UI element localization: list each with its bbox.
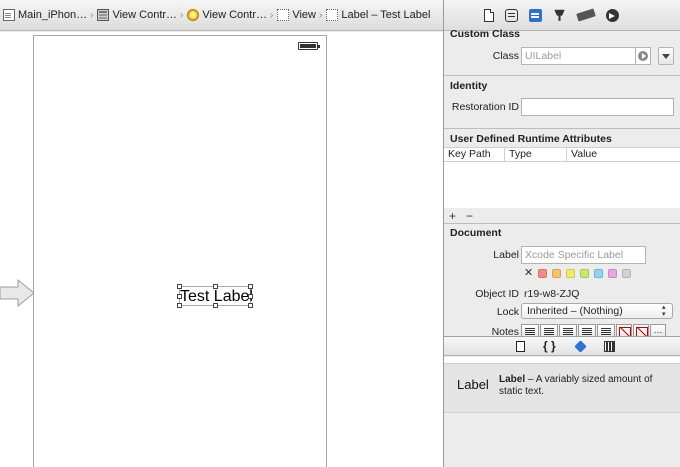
code-snippet-icon[interactable]: { } <box>543 340 557 352</box>
crumb-view-controller[interactable]: View Contr… › <box>187 9 277 21</box>
color-swatch-green[interactable] <box>580 269 589 278</box>
udra-table-header: Key Path Type Value <box>444 147 680 162</box>
resize-handle[interactable] <box>213 284 218 289</box>
chevron-right-icon: › <box>319 9 323 21</box>
object-id-value: r19-w8-ZJQ <box>524 288 580 300</box>
chevron-right-icon: › <box>270 9 274 21</box>
identity-title: Identity <box>450 80 488 92</box>
clear-color-icon[interactable]: ✕ <box>524 268 533 279</box>
crumb-label: Label – Test Label <box>341 9 431 21</box>
column-header-type[interactable]: Type <box>505 148 567 161</box>
resize-handle[interactable] <box>248 284 253 289</box>
file-inspector-icon[interactable] <box>484 8 494 22</box>
udra-add-remove: + − <box>449 209 473 223</box>
class-input[interactable]: UILabel <box>521 47 635 65</box>
file-template-icon[interactable] <box>516 340 525 352</box>
lock-select[interactable]: Inherited – (Nothing) <box>521 303 673 319</box>
storyboard-file-icon <box>3 9 15 21</box>
resize-handle[interactable] <box>177 294 182 299</box>
lock-label: Lock <box>496 306 519 318</box>
view-controller-icon <box>187 9 200 21</box>
color-swatch-orange[interactable] <box>552 269 561 278</box>
media-library-icon[interactable] <box>604 340 615 352</box>
view-controller-scene[interactable]: Test Label <box>33 35 327 467</box>
scene-icon <box>97 9 110 21</box>
resize-handle[interactable] <box>248 294 253 299</box>
doc-label-input[interactable]: Xcode Specific Label <box>521 246 646 264</box>
crumb-scene[interactable]: View Contr… › <box>97 9 187 21</box>
label-icon <box>326 9 339 21</box>
udra-table-body[interactable] <box>444 162 680 208</box>
library-item-description: Label – A variably sized amount of stati… <box>499 374 671 398</box>
color-swatch-gray[interactable] <box>622 269 631 278</box>
library-item-name: Label <box>499 374 526 385</box>
connections-inspector-icon[interactable] <box>606 8 619 22</box>
restoration-id-label: Restoration ID <box>451 101 519 113</box>
chevron-right-icon: › <box>180 9 184 21</box>
document-title: Document <box>450 227 502 239</box>
column-header-value[interactable]: Value <box>567 148 680 161</box>
color-swatch-yellow[interactable] <box>566 269 575 278</box>
color-swatch-purple[interactable] <box>608 269 617 278</box>
resize-handle[interactable] <box>213 303 218 308</box>
utilities-pane: Custom Class Class UILabel Identity Rest… <box>443 0 680 467</box>
inspector-selector-bar <box>444 0 680 31</box>
color-swatch-red[interactable] <box>538 269 547 278</box>
resize-handle[interactable] <box>177 303 182 308</box>
object-id-label: Object ID <box>475 288 519 300</box>
resize-handle[interactable] <box>248 303 253 308</box>
object-library-icon[interactable] <box>574 339 587 353</box>
size-inspector-icon[interactable] <box>576 8 596 22</box>
divider <box>444 223 680 224</box>
crumb-label: View Contr… <box>202 9 267 21</box>
crumb-label: Main_iPhon… <box>18 9 88 21</box>
class-label: Class <box>492 50 519 62</box>
view-icon <box>277 9 290 21</box>
class-go-button[interactable] <box>635 47 651 65</box>
remove-attribute-button[interactable]: − <box>466 209 473 223</box>
crumb-label: View <box>292 9 316 21</box>
crumb-storyboard[interactable]: Main_iPhon… › <box>3 9 97 21</box>
crumb-view[interactable]: View › <box>277 9 326 21</box>
label-color-swatches: ✕ <box>524 268 631 279</box>
divider <box>444 128 680 129</box>
class-dropdown-button[interactable] <box>658 47 674 65</box>
column-header-key-path[interactable]: Key Path <box>444 148 505 161</box>
entry-point-arrow-icon[interactable] <box>0 278 36 308</box>
storyboard-canvas[interactable]: Test Label <box>0 32 443 467</box>
attributes-inspector-icon[interactable] <box>554 9 565 21</box>
crumb-label-item[interactable]: Label – Test Label <box>326 9 430 21</box>
library-item-label[interactable]: Label Label – A variably sized amount of… <box>444 363 680 413</box>
custom-class-title: Custom Class <box>450 28 521 40</box>
class-combobox: UILabel <box>521 47 651 65</box>
add-attribute-button[interactable]: + <box>449 209 456 223</box>
battery-icon <box>298 42 320 50</box>
library-selector-bar: { } <box>444 336 680 356</box>
udra-title: User Defined Runtime Attributes <box>450 133 612 145</box>
crumb-label: View Contr… <box>112 9 178 21</box>
doc-label-label: Label <box>493 249 519 261</box>
chevron-right-icon: › <box>90 9 94 21</box>
quick-help-icon[interactable] <box>505 8 518 22</box>
color-swatch-blue[interactable] <box>594 269 603 278</box>
test-label-element[interactable]: Test Label <box>177 284 253 308</box>
library-item-thumbnail: Label <box>457 377 489 392</box>
jump-bar: Main_iPhon… › View Contr… › View Contr… … <box>0 0 443 31</box>
identity-inspector-icon[interactable] <box>529 8 542 22</box>
resize-handle[interactable] <box>177 284 182 289</box>
divider <box>444 75 680 76</box>
arrow-circle-icon <box>638 51 648 61</box>
restoration-id-input[interactable] <box>521 98 674 116</box>
